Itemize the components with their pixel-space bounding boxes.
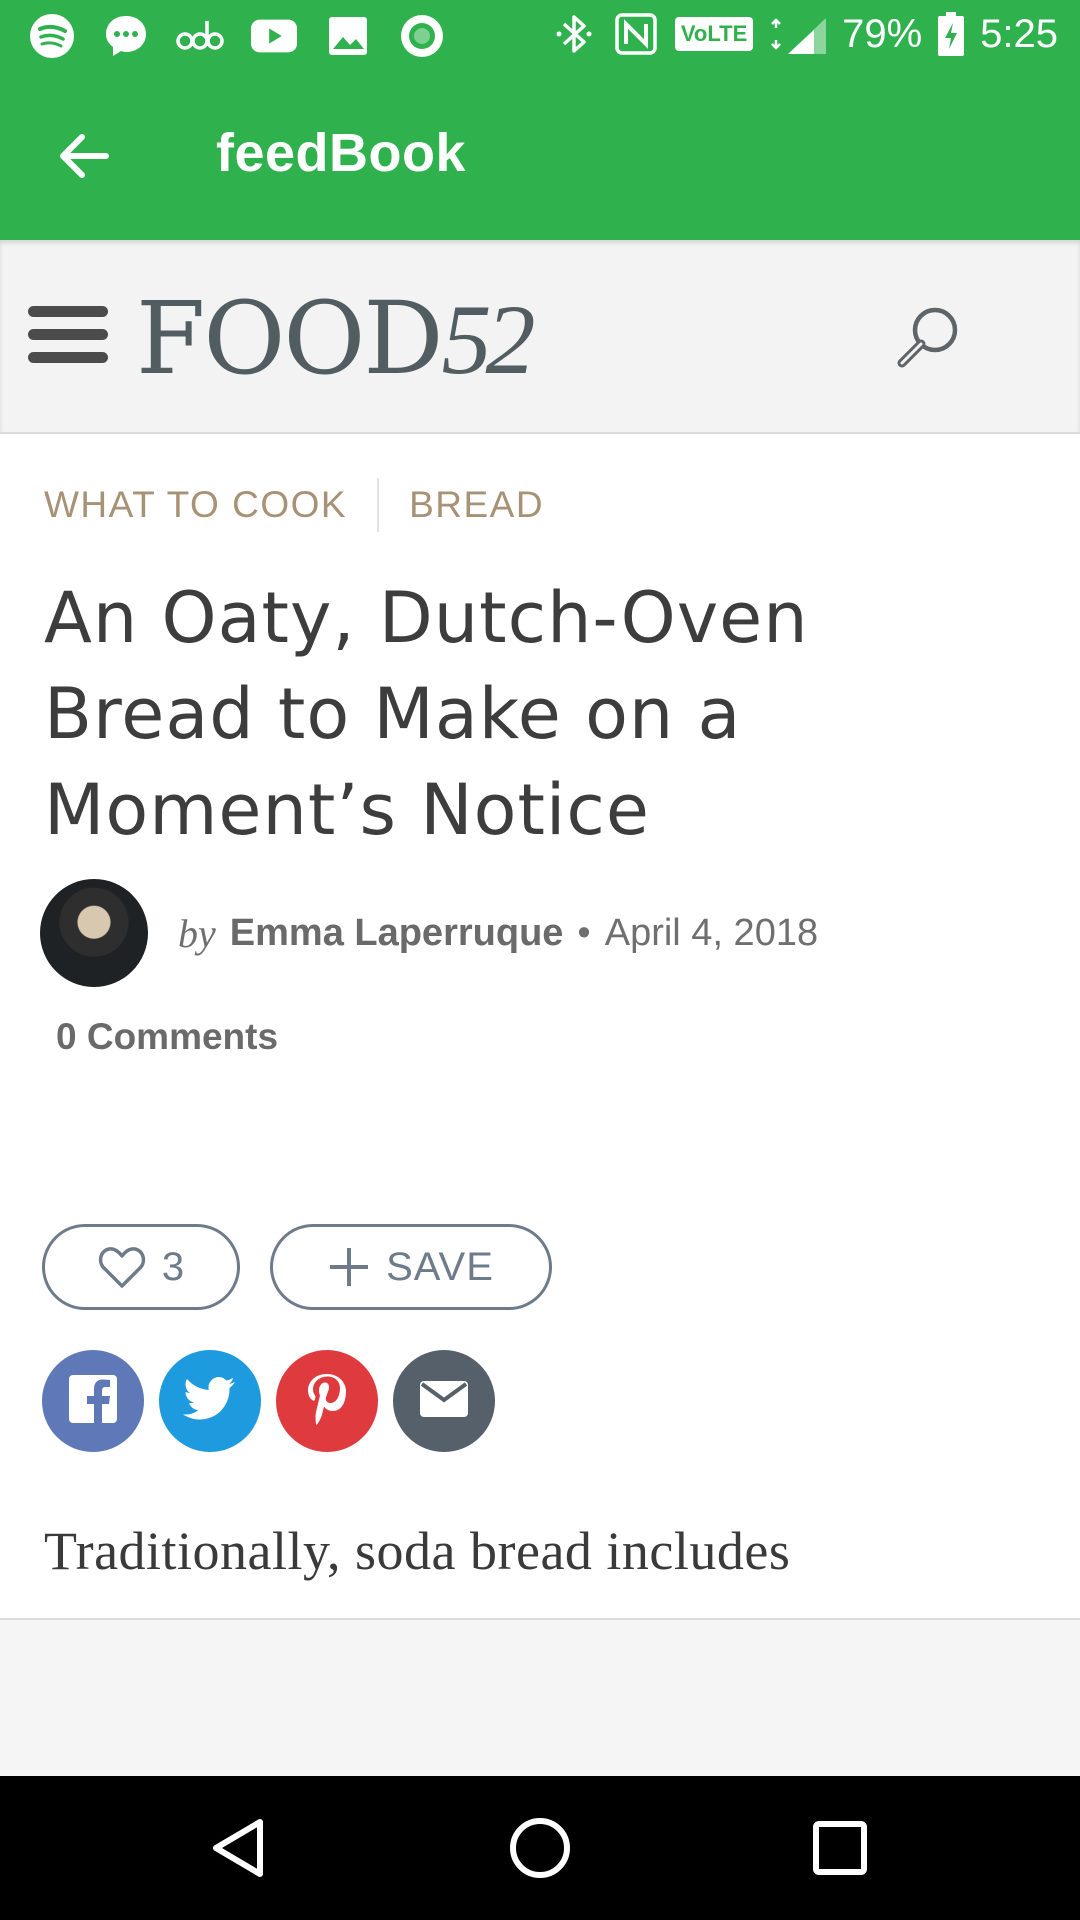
save-label: SAVE	[386, 1244, 494, 1289]
food52-logo[interactable]: FOOD52	[136, 280, 536, 397]
home-circle-icon[interactable]	[504, 1812, 576, 1884]
author-avatar[interactable]	[40, 879, 148, 987]
volte-label: VoLTE	[674, 17, 754, 51]
breadcrumb-divider	[377, 478, 380, 532]
byline: by Emma Laperruque • April 4, 2018	[40, 878, 818, 988]
byline-separator: •	[577, 911, 591, 954]
gallery-icon	[324, 12, 372, 60]
pinterest-share-button[interactable]	[276, 1350, 378, 1452]
search-icon[interactable]	[888, 298, 968, 378]
app-title: feedBook	[216, 123, 467, 183]
hamburger-menu-icon[interactable]	[28, 306, 108, 364]
email-share-button[interactable]	[393, 1350, 495, 1452]
notification-icons	[28, 12, 446, 60]
app-root: VoLTE 79% 5:25 feedBook FOOD52 WHAT TO C…	[0, 0, 1080, 1920]
twitter-share-button[interactable]	[159, 1350, 261, 1452]
battery-percent: 79%	[842, 11, 923, 56]
email-icon	[419, 1380, 469, 1423]
like-count: 3	[161, 1244, 185, 1289]
facebook-share-button[interactable]	[42, 1350, 144, 1452]
battery-charging-icon	[936, 10, 966, 58]
ooo-icon	[176, 12, 224, 60]
byline-prefix: by	[178, 910, 216, 956]
status-bar: VoLTE 79% 5:25	[0, 0, 1080, 74]
facebook-icon	[68, 1374, 118, 1429]
nfc-icon	[612, 10, 660, 58]
logo-number: 52	[441, 284, 536, 395]
system-icons: VoLTE 79% 5:25	[550, 10, 1058, 58]
youtube-icon	[250, 12, 298, 60]
site-header: FOOD52	[0, 240, 1080, 434]
breadcrumb-bread[interactable]: BREAD	[409, 484, 544, 526]
article-title: An Oaty, Dutch-Oven Bread to Make on a M…	[44, 577, 809, 851]
recents-square-icon[interactable]	[804, 1812, 876, 1884]
twitter-icon	[183, 1376, 237, 1427]
arrow-left-icon[interactable]	[52, 124, 116, 188]
pinterest-icon	[305, 1372, 349, 1431]
messenger-icon	[102, 12, 150, 60]
spotify-icon	[28, 12, 76, 60]
heart-icon	[98, 1245, 146, 1289]
article-body-start: Traditionally, soda bread includes	[44, 1521, 791, 1581]
clock: 5:25	[980, 11, 1058, 56]
comments-link[interactable]: 0 Comments	[56, 1016, 278, 1058]
like-button[interactable]: 3	[42, 1224, 240, 1310]
plus-icon	[328, 1246, 370, 1288]
volte-icon: VoLTE	[674, 10, 754, 58]
system-nav-bar	[0, 1776, 1080, 1920]
breadcrumb: WHAT TO COOK BREAD	[44, 478, 544, 532]
author-name[interactable]: Emma Laperruque	[230, 912, 564, 955]
ad-placeholder-band	[0, 1618, 1080, 1778]
publish-date: April 4, 2018	[604, 911, 819, 954]
save-button[interactable]: SAVE	[270, 1224, 552, 1310]
breadcrumb-what-to-cook[interactable]: WHAT TO COOK	[44, 484, 347, 526]
lte-signal-icon	[768, 10, 828, 58]
logo-text: FOOD	[136, 280, 444, 397]
bluetooth-icon	[550, 10, 598, 58]
back-triangle-icon[interactable]	[204, 1812, 276, 1884]
record-icon	[398, 12, 446, 60]
app-bar: feedBook	[0, 74, 1080, 240]
